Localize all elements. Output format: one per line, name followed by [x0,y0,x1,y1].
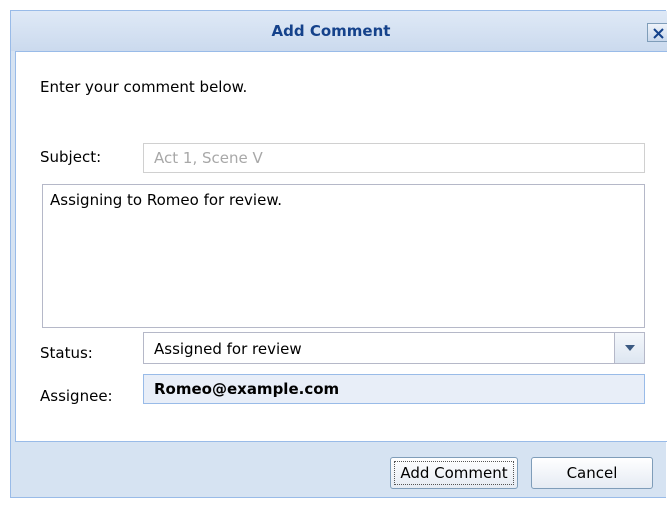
status-dropdown-trigger[interactable] [614,333,644,363]
cancel-button[interactable]: Cancel [531,457,653,489]
status-select[interactable]: Assigned for review [143,332,645,364]
add-comment-button[interactable]: Add Comment [390,457,518,489]
dialog-body: Enter your comment below. Subject: Assig… [15,51,667,442]
intro-text: Enter your comment below. [40,78,248,96]
comment-textarea[interactable]: Assigning to Romeo for review. [42,184,645,328]
status-value: Assigned for review [154,340,302,358]
subject-field[interactable] [143,143,645,173]
dialog-title: Add Comment [271,22,391,40]
close-button[interactable] [647,23,667,42]
status-label: Status: [40,344,93,362]
chevron-down-icon [625,345,635,351]
dialog-titlebar[interactable]: Add Comment [11,11,667,51]
close-icon [653,28,664,39]
assignee-label: Assignee: [40,387,113,405]
subject-label: Subject: [40,148,102,166]
assignee-field[interactable] [143,374,645,404]
add-comment-dialog: Add Comment Enter your comment below. Su… [10,10,667,498]
